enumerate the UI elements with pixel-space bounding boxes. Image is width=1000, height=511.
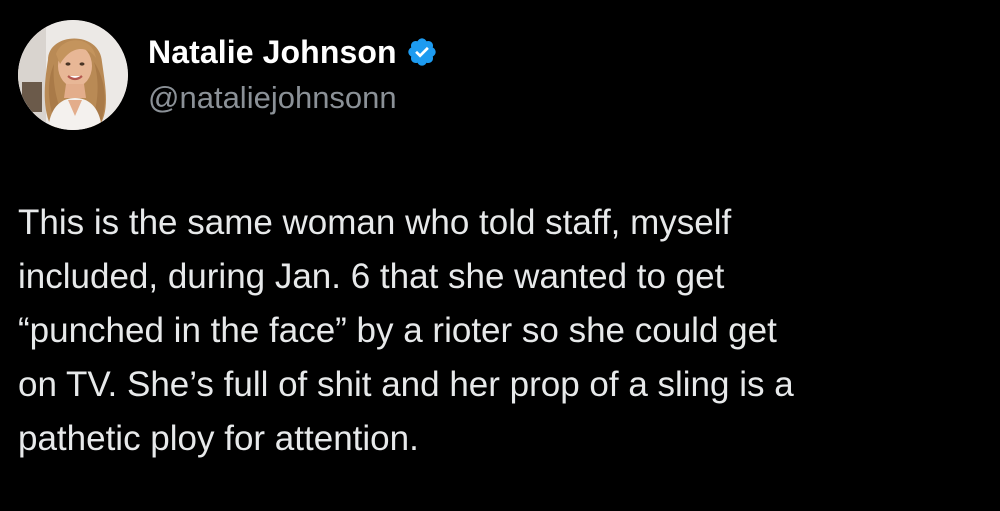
author-info: Natalie Johnson @nataliejohnsonn <box>148 30 438 116</box>
tweet-text: This is the same woman who told staff, m… <box>18 196 978 466</box>
avatar-image <box>18 20 128 130</box>
tweet-text-line: pathetic ploy for attention. <box>18 419 419 458</box>
name-row: Natalie Johnson <box>148 30 438 74</box>
display-name[interactable]: Natalie Johnson <box>148 34 397 71</box>
tweet-text-line: “punched in the face” by a rioter so she… <box>18 311 777 350</box>
tweet-card: Natalie Johnson @nataliejohnsonn This is… <box>0 0 1000 511</box>
author-handle[interactable]: @nataliejohnsonn <box>148 80 438 116</box>
tweet-text-line: This is the same woman who told staff, m… <box>18 203 732 242</box>
verified-badge-icon <box>406 36 438 68</box>
tweet-text-line: on TV. She’s full of shit and her prop o… <box>18 365 794 404</box>
tweet-text-line: included, during Jan. 6 that she wanted … <box>18 257 725 296</box>
author-avatar[interactable] <box>18 20 128 130</box>
